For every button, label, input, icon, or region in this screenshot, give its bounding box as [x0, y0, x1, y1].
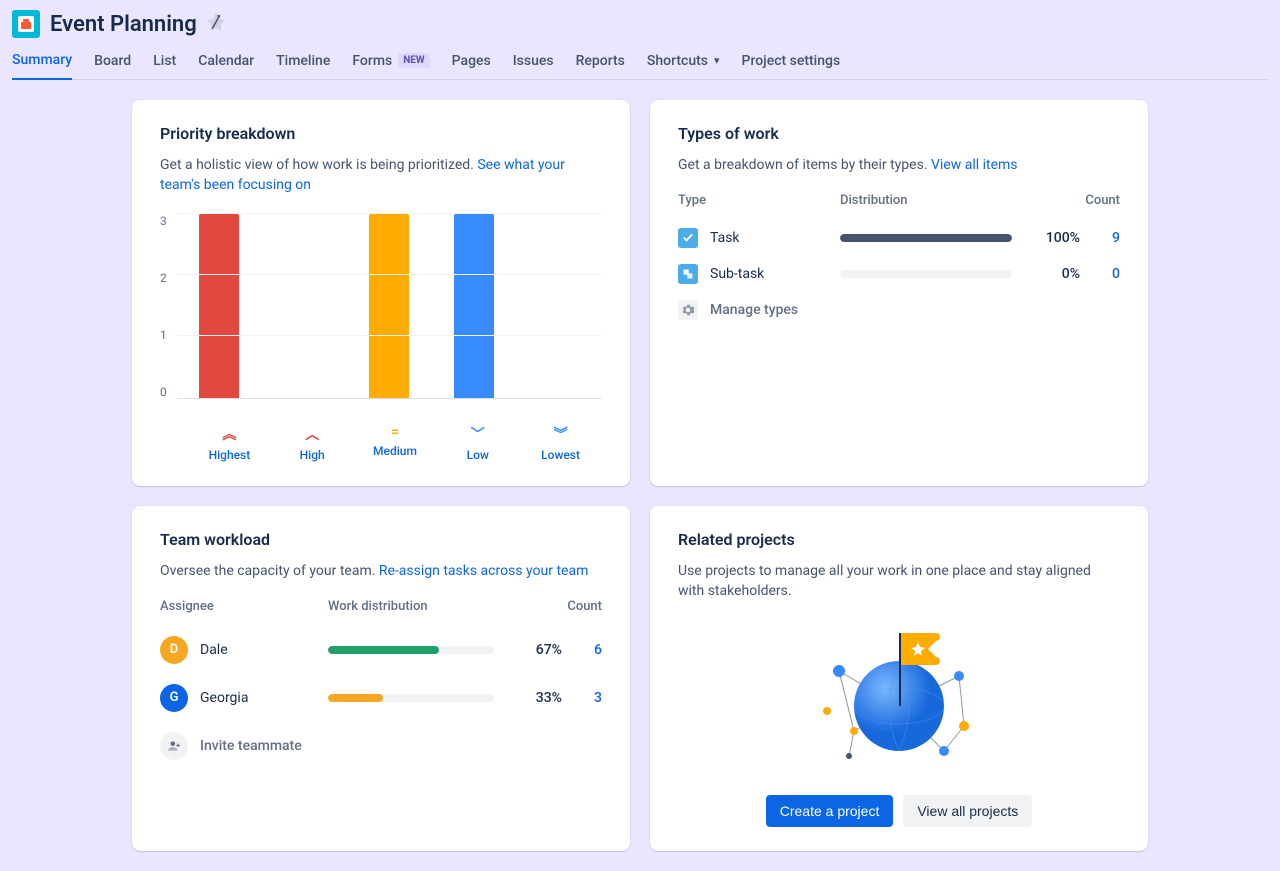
distribution-bar	[840, 270, 1012, 278]
related-projects-card: Related projects Use projects to manage …	[650, 506, 1148, 852]
bar-medium[interactable]	[369, 214, 409, 398]
related-desc: Use projects to manage all your work in …	[678, 561, 1120, 602]
type-icon	[678, 264, 698, 284]
workload-bar	[328, 646, 494, 654]
workload-headers: Assignee Work distribution Count	[160, 599, 602, 614]
workload-count[interactable]: 3	[562, 690, 602, 706]
invite-teammate-link[interactable]: Invite teammate	[200, 738, 302, 754]
xcat-highest[interactable]: ︽Highest	[194, 424, 264, 462]
tab-list[interactable]: List	[153, 53, 176, 79]
avatar[interactable]: D	[160, 636, 188, 664]
xcat-high[interactable]: ︿High	[277, 424, 347, 462]
bar-highest[interactable]	[199, 214, 239, 398]
tab-forms[interactable]: FormsNEW	[352, 53, 429, 79]
related-title: Related projects	[678, 530, 1120, 549]
workload-row: D Dale 67%6	[160, 626, 602, 674]
add-person-icon	[160, 732, 188, 760]
workload-row: G Georgia 33%3	[160, 674, 602, 722]
type-name: Sub-task	[710, 266, 840, 282]
double-chevron-up-icon: ︽	[194, 424, 264, 444]
type-count[interactable]: 0	[1080, 266, 1120, 282]
assignee-name: Dale	[200, 642, 328, 658]
type-count[interactable]: 9	[1080, 230, 1120, 246]
chevron-down-icon: ▾	[714, 54, 720, 67]
project-icon	[12, 10, 40, 38]
priority-desc: Get a holistic view of how work is being…	[160, 155, 602, 196]
theme-icon[interactable]	[207, 13, 225, 35]
assignee-name: Georgia	[200, 690, 328, 706]
workload-title: Team workload	[160, 530, 602, 549]
types-of-work-card: Types of work Get a breakdown of items b…	[650, 100, 1148, 486]
manage-types-row[interactable]: Manage types	[678, 292, 1120, 328]
invite-teammate-row[interactable]: Invite teammate	[160, 722, 602, 770]
priority-chart: 3 2 1 0	[160, 214, 602, 414]
project-header: Event Planning Summary Board List Calendar T…	[0, 0, 1280, 80]
types-desc: Get a breakdown of items by their types.…	[678, 155, 1120, 175]
type-pct: 0%	[1030, 266, 1080, 282]
type-icon	[678, 228, 698, 248]
distribution-bar	[840, 234, 1012, 242]
priority-breakdown-card: Priority breakdown Get a holistic view o…	[132, 100, 630, 486]
xcat-lowest[interactable]: ︾Lowest	[526, 424, 596, 462]
tab-pages[interactable]: Pages	[452, 53, 491, 79]
chart-plot	[177, 214, 602, 399]
team-workload-card: Team workload Oversee the capacity of yo…	[132, 506, 630, 852]
chevron-down-icon: ﹀	[443, 424, 513, 444]
related-illustration	[678, 621, 1120, 771]
ytick: 1	[160, 328, 167, 342]
double-chevron-down-icon: ︾	[526, 424, 596, 444]
ytick: 2	[160, 271, 167, 285]
tab-board[interactable]: Board	[94, 53, 131, 79]
tab-project-settings[interactable]: Project settings	[742, 53, 841, 79]
types-link[interactable]: View all items	[931, 157, 1018, 173]
tab-reports[interactable]: Reports	[576, 53, 625, 79]
tab-issues[interactable]: Issues	[513, 53, 554, 79]
chart-xaxis: ︽Highest ︿High =Medium ﹀Low ︾Lowest	[188, 424, 602, 462]
priority-title: Priority breakdown	[160, 124, 602, 143]
chart-yaxis: 3 2 1 0	[160, 214, 177, 399]
gear-icon	[678, 300, 698, 320]
workload-desc: Oversee the capacity of your team. Re-as…	[160, 561, 602, 581]
new-badge: NEW	[398, 53, 429, 68]
type-row: Task 100%9	[678, 220, 1120, 256]
project-title: Event Planning	[50, 12, 197, 37]
view-all-projects-button[interactable]: View all projects	[903, 795, 1032, 827]
workload-pct: 67%	[516, 642, 562, 658]
bar-low[interactable]	[454, 214, 494, 398]
workload-link[interactable]: Re-assign tasks across your team	[379, 563, 588, 579]
workload-count[interactable]: 6	[562, 642, 602, 658]
type-pct: 100%	[1030, 230, 1080, 246]
workload-pct: 33%	[516, 690, 562, 706]
chevron-up-icon: ︿	[277, 424, 347, 444]
xcat-medium[interactable]: =Medium	[360, 424, 430, 462]
workload-bar	[328, 694, 494, 702]
tab-shortcuts[interactable]: Shortcuts▾	[647, 53, 720, 79]
ytick: 0	[160, 385, 167, 399]
tab-summary[interactable]: Summary	[12, 52, 72, 80]
ytick: 3	[160, 214, 167, 228]
create-project-button[interactable]: Create a project	[766, 795, 894, 827]
types-title: Types of work	[678, 124, 1120, 143]
equals-icon: =	[360, 424, 430, 440]
avatar[interactable]: G	[160, 684, 188, 712]
type-name: Task	[710, 230, 840, 246]
type-row: Sub-task 0%0	[678, 256, 1120, 292]
xcat-low[interactable]: ﹀Low	[443, 424, 513, 462]
nav-tabs: Summary Board List Calendar Timeline FormsNEW…	[12, 38, 1268, 80]
tab-timeline[interactable]: Timeline	[276, 53, 330, 79]
types-headers: Type Distribution Count	[678, 193, 1120, 208]
tab-calendar[interactable]: Calendar	[198, 53, 254, 79]
manage-types-link[interactable]: Manage types	[710, 302, 798, 318]
